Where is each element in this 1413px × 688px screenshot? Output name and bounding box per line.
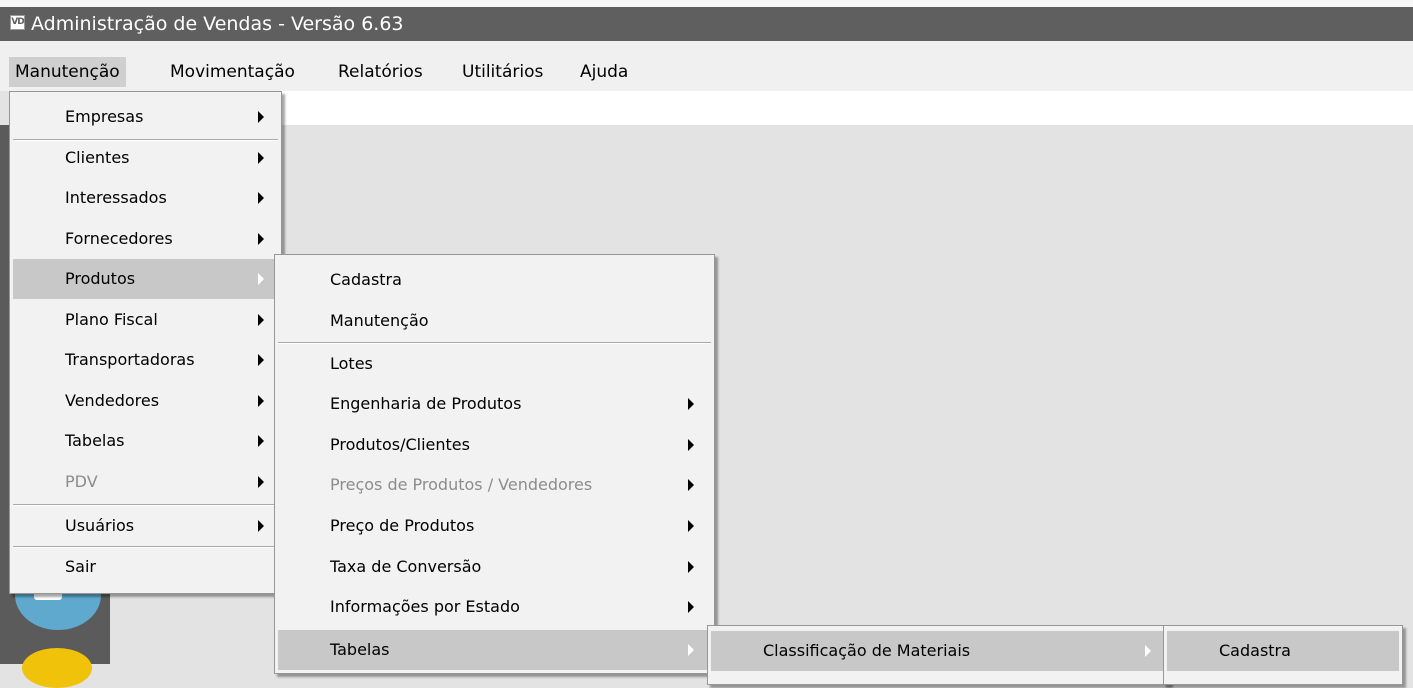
title-bar: VD Administração de Vendas - Versão 6.63 <box>0 0 1413 41</box>
menu-utilitarios[interactable]: Utilitários <box>456 57 549 87</box>
menu-item-pdv: PDV <box>13 462 278 502</box>
submenu-arrow-icon <box>688 479 694 491</box>
menu-item-clientes[interactable]: Clientes <box>13 138 278 178</box>
submenu-item-informacoes-estado[interactable]: Informações por Estado <box>278 587 711 627</box>
submenu-arrow-icon <box>258 520 264 532</box>
submenu-arrow-icon <box>688 561 694 573</box>
menu-item-label: Cadastra <box>330 270 402 289</box>
submenu-arrow-icon <box>688 398 694 410</box>
menu-manutencao[interactable]: Manutenção <box>9 57 126 87</box>
submenu-item-lotes[interactable]: Lotes <box>278 344 711 384</box>
menu-item-sair[interactable]: Sair <box>13 547 278 587</box>
submenu-arrow-icon <box>1145 645 1151 657</box>
produtos-submenu: Cadastra Manutenção Lotes Engenharia de … <box>274 254 715 674</box>
submenu-arrow-icon <box>258 395 264 407</box>
menu-item-label: Clientes <box>65 148 130 167</box>
menu-item-plano-fiscal[interactable]: Plano Fiscal <box>13 300 278 340</box>
submenu-item-preco-produtos[interactable]: Preço de Produtos <box>278 506 711 546</box>
menu-item-label: Tabelas <box>65 431 125 450</box>
menu-item-label: Produtos/Clientes <box>330 435 470 454</box>
menu-item-label: Cadastra <box>1219 641 1291 660</box>
menu-item-label: Preço de Produtos <box>330 516 475 535</box>
submenu-arrow-icon <box>258 476 264 488</box>
menu-item-label: Manutenção <box>330 311 429 330</box>
classificacao-submenu: Cadastra <box>1163 625 1403 685</box>
submenu-item-engenharia[interactable]: Engenharia de Produtos <box>278 384 711 424</box>
menu-item-label: Informações por Estado <box>330 597 520 616</box>
menu-item-label: Transportadoras <box>65 350 195 369</box>
submenu-arrow-icon <box>688 601 694 613</box>
window-title: Administração de Vendas - Versão 6.63 <box>31 13 404 35</box>
submenu-arrow-icon <box>258 111 264 123</box>
submenu-item-produtos-clientes[interactable]: Produtos/Clientes <box>278 425 711 465</box>
submenu-item-precos-vendedores: Preços de Produtos / Vendedores <box>278 465 711 505</box>
menu-item-transportadoras[interactable]: Transportadoras <box>13 340 278 380</box>
menu-item-label: Produtos <box>65 269 136 288</box>
submenu-arrow-icon <box>258 192 264 204</box>
manutencao-dropdown: Empresas Clientes Interessados Fornecedo… <box>9 91 282 594</box>
submenu-item-classificacao-materiais[interactable]: Classificação de Materiais <box>711 631 1166 671</box>
submenu-item-cadastra-classificacao[interactable]: Cadastra <box>1167 631 1399 671</box>
menu-item-label: Usuários <box>65 516 135 535</box>
submenu-arrow-icon <box>258 233 264 245</box>
menu-item-vendedores[interactable]: Vendedores <box>13 381 278 421</box>
submenu-arrow-icon <box>258 354 264 366</box>
app-icon: VD <box>10 15 25 30</box>
submenu-arrow-icon <box>258 314 264 326</box>
shortcut-icon[interactable] <box>22 648 92 688</box>
submenu-item-manutencao[interactable]: Manutenção <box>278 301 711 341</box>
menu-ajuda[interactable]: Ajuda <box>574 57 634 87</box>
menu-item-interessados[interactable]: Interessados <box>13 178 278 218</box>
menu-item-label: Classificação de Materiais <box>763 641 971 660</box>
submenu-item-cadastra[interactable]: Cadastra <box>278 260 711 300</box>
submenu-arrow-icon <box>688 644 694 656</box>
toolbar-area <box>282 91 1413 125</box>
menu-item-label: Tabelas <box>330 640 390 659</box>
menu-item-usuarios[interactable]: Usuários <box>13 506 278 546</box>
menu-item-label: Vendedores <box>65 391 160 410</box>
menu-relatorios[interactable]: Relatórios <box>332 57 429 87</box>
submenu-arrow-icon <box>258 435 264 447</box>
menu-item-tabelas[interactable]: Tabelas <box>13 421 278 461</box>
menu-item-label: Engenharia de Produtos <box>330 394 522 413</box>
menu-item-label: Empresas <box>65 107 144 126</box>
menu-item-label: Preços de Produtos / Vendedores <box>330 475 593 494</box>
menu-item-label: Plano Fiscal <box>65 310 158 329</box>
menu-item-label: Fornecedores <box>65 229 173 248</box>
menu-item-label: PDV <box>65 472 98 491</box>
menu-item-label: Taxa de Conversão <box>330 557 482 576</box>
menu-item-empresas[interactable]: Empresas <box>13 97 278 137</box>
menu-item-fornecedores[interactable]: Fornecedores <box>13 219 278 259</box>
menu-item-label: Sair <box>65 557 96 576</box>
menu-movimentacao[interactable]: Movimentação <box>164 57 301 87</box>
submenu-item-taxa-conversao[interactable]: Taxa de Conversão <box>278 547 711 587</box>
submenu-arrow-icon <box>688 439 694 451</box>
submenu-arrow-icon <box>688 520 694 532</box>
menu-item-produtos[interactable]: Produtos <box>13 259 278 299</box>
submenu-arrow-icon <box>258 273 264 285</box>
tabelas-submenu: Classificação de Materiais <box>707 625 1170 685</box>
menu-item-label: Interessados <box>65 188 167 207</box>
menu-item-label: Lotes <box>330 354 373 373</box>
submenu-arrow-icon <box>258 152 264 164</box>
submenu-item-tabelas[interactable]: Tabelas <box>278 630 711 670</box>
